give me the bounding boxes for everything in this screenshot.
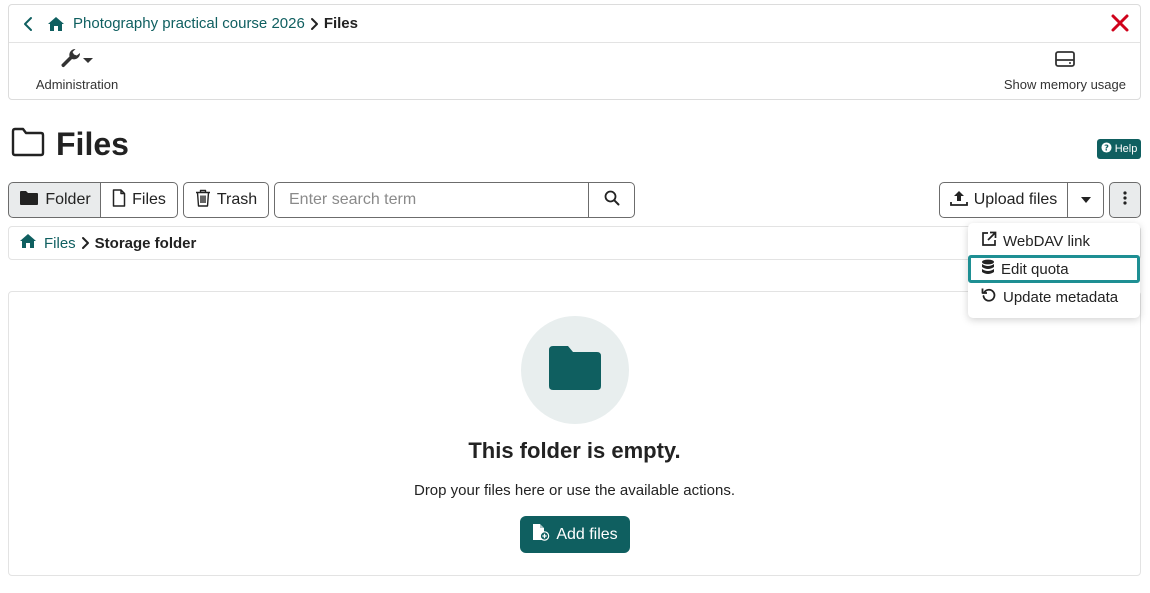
empty-title: This folder is empty.: [468, 438, 681, 463]
menu-item-update-metadata[interactable]: Update metadata: [968, 283, 1140, 311]
external-link-icon: [981, 231, 997, 251]
chevron-right-icon: [310, 17, 319, 31]
svg-text:?: ?: [1104, 142, 1109, 152]
empty-folder-illustration: [521, 316, 629, 424]
header-breadcrumb: Photography practical course 2026 Files: [9, 5, 1140, 43]
memory-usage-label: Show memory usage: [1003, 77, 1126, 92]
home-icon[interactable]: [47, 15, 65, 33]
file-icon: [112, 188, 126, 212]
folder-icon: [19, 190, 39, 211]
add-files-button[interactable]: Add files: [520, 516, 630, 553]
hard-drive-icon: [1054, 50, 1076, 73]
trash-icon: [195, 189, 211, 212]
administration-label: Administration: [35, 77, 119, 92]
menu-item-label: Edit quota: [1001, 260, 1069, 278]
folder-view-button[interactable]: Folder: [8, 182, 101, 218]
upload-options-dropdown[interactable]: [1067, 182, 1104, 218]
wrench-icon: [60, 48, 82, 75]
chevron-right-icon: [81, 236, 90, 250]
caret-down-icon: [1080, 191, 1092, 209]
kebab-menu-icon: [1123, 190, 1127, 210]
refresh-icon: [981, 287, 997, 307]
search-input[interactable]: [275, 183, 588, 217]
header-current-page: Files: [323, 15, 358, 32]
search-icon: [604, 190, 620, 211]
caret-down-icon: [82, 52, 94, 70]
menu-item-webdav-link[interactable]: WebDAV link: [968, 227, 1140, 255]
upload-files-label: Upload files: [973, 191, 1058, 208]
add-files-label: Add files: [556, 525, 618, 543]
help-label: Help: [1114, 143, 1138, 155]
upload-icon: [949, 190, 968, 211]
folder-view-label: Folder: [45, 191, 91, 208]
upload-files-button[interactable]: Upload files: [939, 182, 1068, 218]
folder-icon: [548, 345, 602, 396]
search-button[interactable]: [588, 183, 634, 217]
menu-item-label: WebDAV link: [1003, 232, 1090, 250]
breadcrumb-current: Storage folder: [94, 234, 197, 252]
trash-button[interactable]: Trash: [183, 182, 269, 218]
more-actions-menu: WebDAV link Edit quota Update metadata: [968, 223, 1140, 318]
breadcrumb-files-link[interactable]: Files: [44, 235, 76, 252]
page-title: Files: [10, 126, 129, 163]
files-view-button[interactable]: Files: [100, 182, 178, 218]
course-link[interactable]: Photography practical course 2026: [73, 15, 305, 32]
menu-item-edit-quota[interactable]: Edit quota: [968, 255, 1140, 283]
close-icon[interactable]: [1110, 13, 1130, 33]
search-box: [274, 182, 635, 218]
folder-outline-icon: [10, 127, 46, 162]
file-plus-icon: [532, 523, 550, 546]
administration-tool[interactable]: Administration: [25, 48, 129, 92]
home-icon[interactable]: [19, 233, 37, 254]
question-circle-icon: ?: [1101, 142, 1112, 156]
page-title-text: Files: [56, 126, 129, 162]
trash-label: Trash: [216, 191, 258, 208]
course-header: Photography practical course 2026 Files …: [8, 4, 1141, 100]
help-button[interactable]: ? Help: [1097, 139, 1141, 159]
menu-item-label: Update metadata: [1003, 288, 1119, 306]
show-memory-usage-tool[interactable]: Show memory usage: [1004, 49, 1126, 92]
empty-subtitle: Drop your files here or use the availabl…: [413, 482, 735, 499]
back-chevron-icon[interactable]: [19, 15, 37, 33]
database-icon: [981, 259, 995, 279]
files-view-label: Files: [132, 191, 166, 208]
header-tools: Administration Show memory usage: [9, 43, 1140, 99]
more-actions-button[interactable]: [1109, 182, 1141, 218]
empty-folder-panel: This folder is empty. Drop your files he…: [8, 291, 1141, 576]
